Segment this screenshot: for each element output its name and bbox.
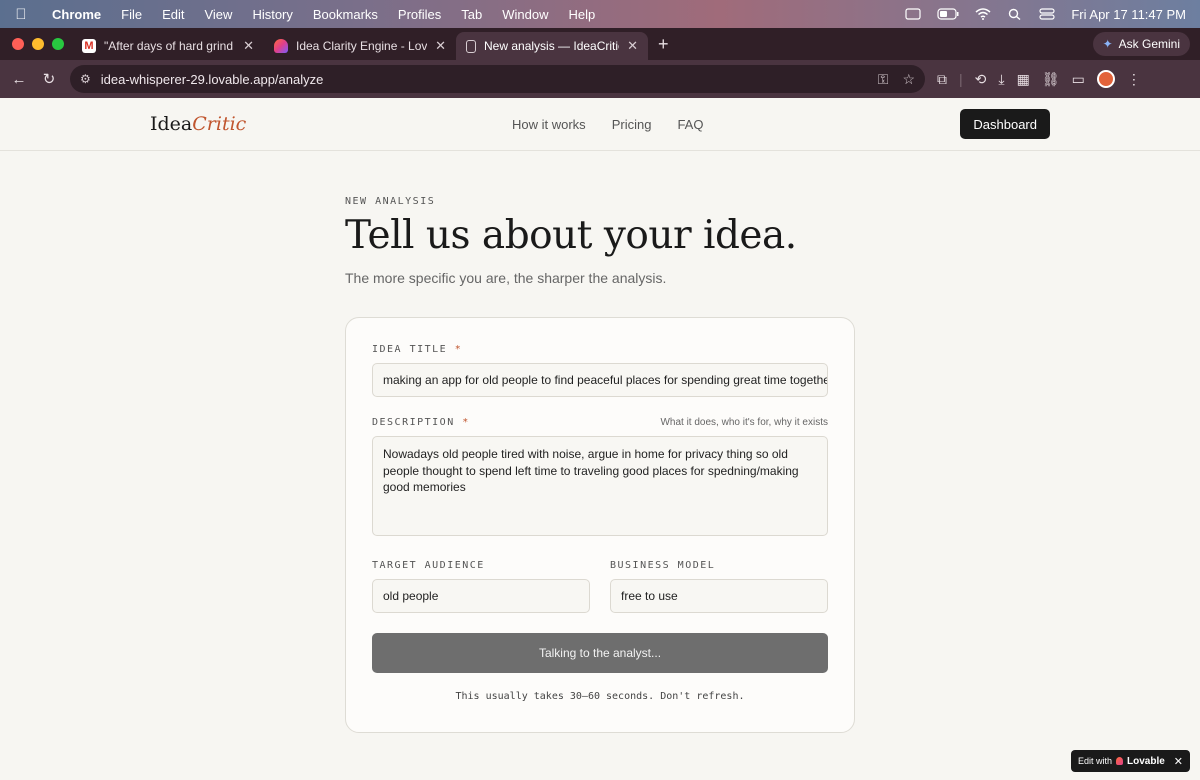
business-model-input[interactable]: free to use — [610, 579, 828, 613]
close-tab-icon[interactable]: ✕ — [435, 38, 446, 54]
tab-ideacritic[interactable]: New analysis — IdeaCritic ✕ — [456, 32, 648, 60]
qr-code-icon[interactable]: ▦ — [1017, 71, 1030, 88]
page-title: Tell us about your idea. — [345, 213, 797, 258]
menu-file[interactable]: File — [111, 7, 152, 22]
page-subtitle: The more specific you are, the sharper t… — [345, 270, 667, 286]
description-label: DESCRIPTION * — [372, 417, 470, 428]
lovable-icon — [274, 39, 288, 53]
edit-with-lovable-badge[interactable]: Edit with Lovable ✕ — [1071, 750, 1190, 772]
label-text: IDEA TITLE — [372, 344, 448, 355]
menu-help[interactable]: Help — [559, 7, 606, 22]
target-audience-group: TARGET AUDIENCE old people — [372, 560, 590, 613]
battery-icon[interactable] — [937, 8, 959, 20]
apple-icon[interactable]:  — [0, 6, 42, 23]
target-audience-label: TARGET AUDIENCE — [372, 560, 485, 571]
dashboard-button[interactable]: Dashboard — [960, 109, 1050, 139]
site-logo[interactable]: IdeaCritic — [150, 113, 246, 135]
tab-title: New analysis — IdeaCritic — [484, 39, 620, 53]
link-icon[interactable]: ⛓ — [1042, 71, 1060, 88]
menu-edit[interactable]: Edit — [152, 7, 194, 22]
new-tab-icon[interactable]: + — [648, 34, 679, 55]
gemini-sparkle-icon: ✦ — [1102, 37, 1113, 51]
required-mark: * — [462, 417, 470, 428]
nav-faq[interactable]: FAQ — [677, 117, 703, 132]
ask-gemini-button[interactable]: ✦ Ask Gemini — [1092, 32, 1190, 56]
audience-model-row: TARGET AUDIENCE old people BUSINESS MODE… — [372, 560, 828, 613]
idea-form-card: IDEA TITLE * making an app for old peopl… — [345, 317, 855, 733]
close-tab-icon[interactable]: ✕ — [243, 38, 254, 54]
description-textarea[interactable]: Nowadays old people tired with noise, ar… — [372, 436, 828, 536]
logo-accent: Critic — [192, 113, 247, 135]
toolbar-actions: ⧉ | ⟲ ⤓ ▦ ⛓ ▭ ⋮ — [937, 70, 1141, 88]
menu-chrome[interactable]: Chrome — [42, 7, 111, 22]
submit-button[interactable]: Talking to the analyst... — [372, 633, 828, 673]
menubar-clock[interactable]: Fri Apr 17 11:47 PM — [1071, 7, 1186, 22]
history-icon[interactable]: ⟲ — [975, 71, 987, 88]
menu-tab[interactable]: Tab — [451, 7, 492, 22]
page-icon — [466, 39, 476, 53]
menubar-status: Fri Apr 17 11:47 PM — [905, 7, 1200, 22]
gemini-label: Ask Gemini — [1118, 37, 1180, 51]
gmail-icon: M — [82, 39, 96, 53]
window-controls — [0, 38, 72, 50]
idea-title-label: IDEA TITLE * — [372, 344, 828, 355]
lens-icon[interactable]: ▭ — [1072, 71, 1085, 88]
wait-note: This usually takes 30–60 seconds. Don't … — [455, 691, 745, 702]
download-icon[interactable]: ⤓ — [998, 71, 1004, 88]
toolbar-divider: | — [959, 71, 963, 87]
target-audience-input[interactable]: old people — [372, 579, 590, 613]
site-nav: How it works Pricing FAQ — [512, 98, 703, 151]
description-label-row: DESCRIPTION * What it does, who it's for… — [372, 417, 828, 428]
close-window-button[interactable] — [12, 38, 24, 50]
site-header: IdeaCritic How it works Pricing FAQ Dash… — [0, 98, 1200, 151]
web-page: IdeaCritic How it works Pricing FAQ Dash… — [0, 98, 1200, 780]
badge-brand: Lovable — [1127, 755, 1165, 767]
menu-window[interactable]: Window — [492, 7, 558, 22]
chrome-toolbar: ← ↻ ⚙ idea-whisperer-29.lovable.app/anal… — [0, 60, 1200, 98]
extensions-icon[interactable]: ⧉ — [937, 71, 947, 88]
tab-lovable[interactable]: Idea Clarity Engine - Lovable ✕ — [264, 32, 456, 60]
profile-avatar[interactable] — [1096, 70, 1115, 88]
bookmark-star-icon[interactable]: ☆ — [902, 71, 915, 88]
business-model-group: BUSINESS MODEL free to use — [610, 560, 828, 613]
site-info-icon[interactable]: ⚙ — [80, 72, 91, 86]
required-mark: * — [454, 344, 463, 355]
address-bar[interactable]: ⚙ idea-whisperer-29.lovable.app/analyze … — [70, 65, 925, 93]
eyebrow: NEW ANALYSIS — [345, 196, 436, 207]
search-icon[interactable] — [1007, 8, 1023, 20]
tab-title: Idea Clarity Engine - Lovable — [296, 39, 428, 53]
menu-history[interactable]: History — [242, 7, 302, 22]
nav-how-it-works[interactable]: How it works — [512, 117, 586, 132]
minimize-window-button[interactable] — [32, 38, 44, 50]
password-key-icon[interactable]: ⚿ — [878, 71, 889, 88]
chrome-tabstrip: M "After days of hard grind in sil ✕ Ide… — [0, 28, 1200, 60]
description-hint: What it does, who it's for, why it exist… — [660, 417, 828, 428]
menu-bookmarks[interactable]: Bookmarks — [303, 7, 388, 22]
keyboard-icon[interactable] — [905, 8, 921, 20]
nav-pricing[interactable]: Pricing — [612, 117, 652, 132]
label-text: DESCRIPTION — [372, 417, 455, 428]
menu-profiles[interactable]: Profiles — [388, 7, 451, 22]
tab-title: "After days of hard grind in sil — [104, 39, 235, 53]
idea-title-input[interactable]: making an app for old people to find pea… — [372, 363, 828, 397]
hero: NEW ANALYSIS Tell us about your idea. Th… — [345, 196, 855, 286]
macos-menubar:  Chrome File Edit View History Bookmark… — [0, 0, 1200, 28]
reload-icon[interactable]: ↻ — [34, 70, 64, 88]
lovable-heart-icon — [1116, 757, 1124, 765]
business-model-label: BUSINESS MODEL — [610, 560, 716, 571]
menu-view[interactable]: View — [194, 7, 242, 22]
url-text[interactable]: idea-whisperer-29.lovable.app/analyze — [101, 72, 868, 87]
close-badge-icon[interactable]: ✕ — [1174, 755, 1183, 768]
control-center-icon[interactable] — [1039, 8, 1055, 20]
back-icon[interactable]: ← — [4, 71, 34, 88]
tab-gmail[interactable]: M "After days of hard grind in sil ✕ — [72, 32, 264, 60]
chrome-menu-icon[interactable]: ⋮ — [1127, 71, 1141, 88]
zoom-window-button[interactable] — [52, 38, 64, 50]
logo-main: Idea — [150, 113, 193, 135]
badge-text: Edit with — [1078, 756, 1113, 766]
wifi-icon[interactable] — [975, 8, 991, 20]
close-tab-icon[interactable]: ✕ — [627, 38, 638, 54]
